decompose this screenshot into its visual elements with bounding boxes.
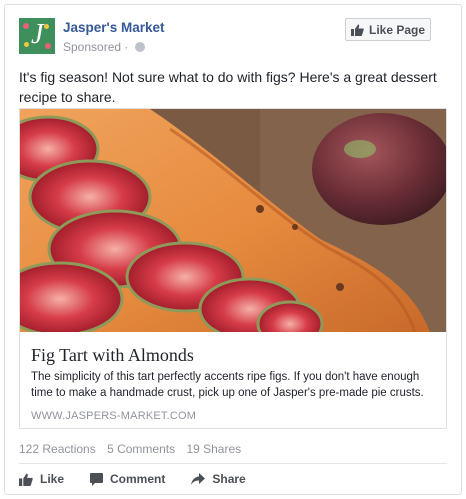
thumbs-up-icon bbox=[350, 24, 364, 36]
like-page-button[interactable]: Like Page bbox=[345, 18, 431, 41]
sponsored-text: Sponsored bbox=[63, 40, 122, 54]
share-button[interactable]: Share bbox=[191, 469, 246, 489]
link-domain: WWW.JASPERS-MARKET.COM bbox=[31, 410, 197, 422]
fig-tart-photo[interactable] bbox=[20, 109, 446, 332]
link-title[interactable]: Fig Tart with Almonds bbox=[31, 345, 194, 366]
page-name-link[interactable]: Jasper's Market bbox=[63, 20, 165, 35]
share-arrow-icon bbox=[191, 473, 206, 485]
link-description: The simplicity of this tart perfectly ac… bbox=[31, 371, 424, 399]
like-label: Like bbox=[40, 472, 65, 486]
comment-button[interactable]: Comment bbox=[90, 469, 165, 489]
thumbs-up-icon bbox=[19, 473, 33, 486]
comments-count[interactable]: 5 Comments bbox=[107, 442, 175, 456]
share-label: Share bbox=[212, 472, 246, 486]
shares-count[interactable]: 19 Shares bbox=[186, 442, 241, 456]
globe-icon bbox=[134, 42, 145, 52]
page-avatar[interactable]: J bbox=[19, 18, 55, 54]
post-actions-bar: Like Comment Share bbox=[19, 469, 272, 489]
like-button[interactable]: Like bbox=[19, 469, 64, 489]
reactions-count[interactable]: 122 Reactions bbox=[19, 442, 96, 456]
speech-bubble-icon bbox=[90, 472, 104, 486]
actions-divider bbox=[19, 463, 447, 464]
link-attachment[interactable]: Fig Tart with Almonds The simplicity of … bbox=[19, 108, 447, 429]
sponsored-post-card: J Jasper's Market Sponsored · Like Page … bbox=[4, 4, 462, 495]
sponsored-separator: · bbox=[124, 40, 129, 54]
like-page-label: Like Page bbox=[368, 22, 426, 37]
post-text: It's fig season! Not sure what to do wit… bbox=[19, 69, 437, 105]
sponsored-label: Sponsored · bbox=[63, 40, 145, 54]
engagement-stats: 122 Reactions 5 Comments 19 Shares bbox=[19, 442, 249, 456]
comment-label: Comment bbox=[110, 472, 166, 486]
